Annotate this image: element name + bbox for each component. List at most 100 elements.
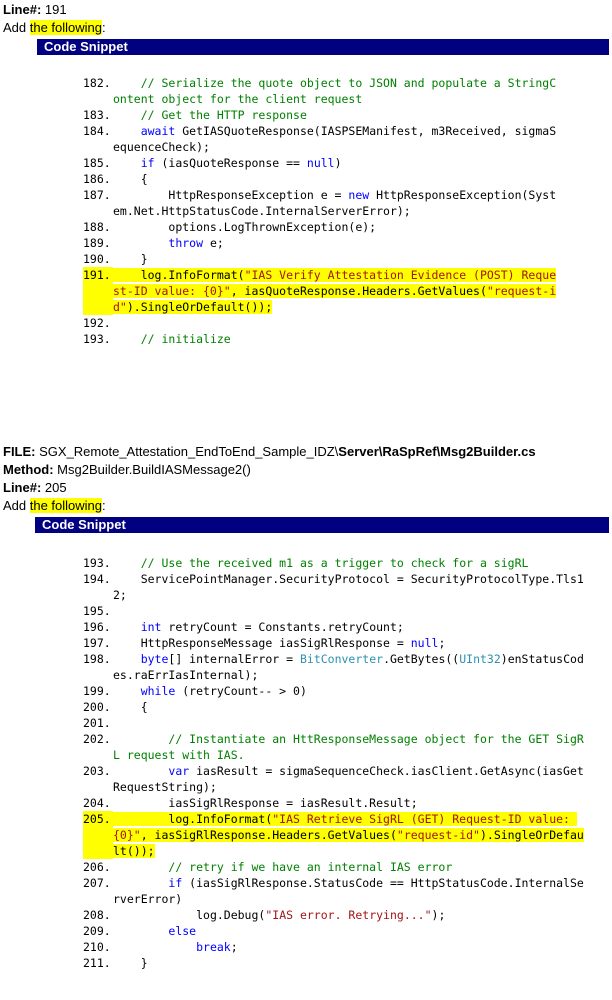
line-number-line-1: Line#: 191 (3, 2, 67, 18)
code-token: e; (203, 236, 224, 250)
code-token: ; (438, 636, 446, 650)
code-line: 194. ServicePointManager.SecurityProtoco… (83, 571, 588, 603)
add-highlight: the following (29, 20, 103, 35)
code-token: break (196, 940, 231, 954)
code-line: 195. (83, 603, 588, 619)
code-line: 192. (83, 315, 563, 331)
code-line: 199. while (retryCount-- > 0) (83, 683, 588, 699)
code-token: log.InfoFormat( (113, 268, 245, 282)
code-text: // Get the HTTP response (113, 107, 563, 123)
line-number: 184. (83, 124, 111, 138)
code-line: 209. else (83, 923, 588, 939)
code-token: "IAS error. Retrying..." (265, 908, 432, 922)
line-number: 204. (83, 796, 111, 810)
add-instruction-2: Add the following: (3, 498, 106, 514)
code-line: 185. if (iasQuoteResponse == null) (83, 155, 563, 171)
code-token: if (168, 876, 183, 890)
line-number: 209. (83, 924, 111, 938)
code-line: 202. // Instantiate an HttResponseMessag… (83, 731, 588, 763)
code-token: retryCount = Constants.retryCount; (161, 620, 404, 634)
code-text: while (retryCount-- > 0) (113, 683, 588, 699)
code-token: [] internalError = (168, 652, 300, 666)
code-line: 201. (83, 715, 588, 731)
code-text: // Serialize the quote object to JSON an… (113, 75, 563, 107)
code-token: ); (431, 908, 446, 922)
code-token: } (113, 252, 148, 266)
method-line: Method: Msg2Builder.BuildIASMessage2() (3, 462, 251, 478)
code-line: 183. // Get the HTTP response (83, 107, 563, 123)
code-line: 193. // initialize (83, 331, 563, 347)
code-text: // initialize (113, 331, 563, 347)
code-token: BitConverter (299, 652, 384, 666)
code-token: await (140, 124, 176, 138)
code-token: ) (334, 156, 342, 170)
file-line: FILE: SGX_Remote_Attestation_EndToEnd_Sa… (3, 444, 536, 460)
line-label: Line#: (3, 2, 42, 17)
line-number: 196. (83, 620, 111, 634)
code-line: 208. log.Debug("IAS error. Retrying...")… (83, 907, 588, 923)
code-text: // Instantiate an HttResponseMessage obj… (113, 731, 588, 763)
line-number: 206. (83, 860, 111, 874)
code-token: throw (168, 236, 204, 250)
line-number-line-2: Line#: 205 (3, 480, 67, 496)
code-text: { (113, 171, 563, 187)
line-number: 192. (83, 316, 111, 330)
code-text: if (iasSigRlResponse.StatusCode == HttpS… (113, 875, 588, 907)
code-text: } (113, 955, 588, 971)
line-number: 200. (83, 700, 111, 714)
line-number: 186. (83, 172, 111, 186)
code-text: options.LogThrownException(e); (113, 219, 563, 235)
code-line: 193. // Use the received m1 as a trigger… (83, 555, 588, 571)
line-value: 205 (41, 480, 67, 495)
code-token: ).SingleOrDefault()); (126, 300, 273, 314)
code-text: break; (113, 939, 588, 955)
line-number: 189. (83, 236, 111, 250)
code-line: 187. HttpResponseException e = new HttpR… (83, 187, 563, 219)
code-text: log.Debug("IAS error. Retrying..."); (113, 907, 588, 923)
code-text: await GetIASQuoteResponse(IASPSEManifest… (113, 123, 563, 155)
code-snippet-banner-2: Code Snippet (35, 517, 609, 533)
line-number: 207. (83, 876, 111, 890)
code-line: 182. // Serialize the quote object to JS… (83, 75, 563, 107)
code-text: if (iasQuoteResponse == null) (113, 155, 563, 171)
line-number: 190. (83, 252, 111, 266)
code-line: 184. await GetIASQuoteResponse(IASPSEMan… (83, 123, 563, 155)
code-text: HttpResponseException e = new HttpRespon… (113, 187, 563, 219)
line-number: 203. (83, 764, 111, 778)
code-line: 211. } (83, 955, 588, 971)
code-token: (iasSigRlResponse.StatusCode == HttpStat… (113, 876, 584, 906)
line-number: 198. (83, 652, 111, 666)
code-token: var (168, 764, 190, 778)
code-token: .GetBytes(( (383, 652, 460, 666)
line-number: 201. (83, 716, 111, 730)
code-line: 198. byte[] internalError = BitConverter… (83, 651, 588, 683)
method-label: Method: (3, 462, 54, 477)
code-token: // initialize (113, 332, 231, 346)
code-token: else (168, 924, 197, 938)
code-token: HttpResponseException e = (113, 188, 349, 202)
line-number: 195. (83, 604, 111, 618)
code-token: if (140, 156, 155, 170)
code-text: var iasResult = sigmaSequenceCheck.iasCl… (113, 763, 588, 795)
code-text: ServicePointManager.SecurityProtocol = S… (113, 571, 588, 603)
line-number: 211. (83, 956, 111, 970)
code-text: } (113, 251, 563, 267)
code-text: else (113, 923, 588, 939)
code-token: // Get the HTTP response (113, 108, 307, 122)
method-value: Msg2Builder.BuildIASMessage2() (53, 462, 251, 477)
line-number: 182. (83, 76, 111, 90)
code-token: } (113, 956, 148, 970)
line-number: 191. (83, 267, 113, 315)
code-token: iasSigRlResponse = iasResult.Result; (113, 796, 418, 810)
code-line: 186. { (83, 171, 563, 187)
code-line: 197. HttpResponseMessage iasSigRlRespons… (83, 635, 588, 651)
code-token: options.LogThrownException(e); (113, 220, 377, 234)
line-label: Line#: (3, 480, 42, 495)
code-token: (iasQuoteResponse == (154, 156, 307, 170)
